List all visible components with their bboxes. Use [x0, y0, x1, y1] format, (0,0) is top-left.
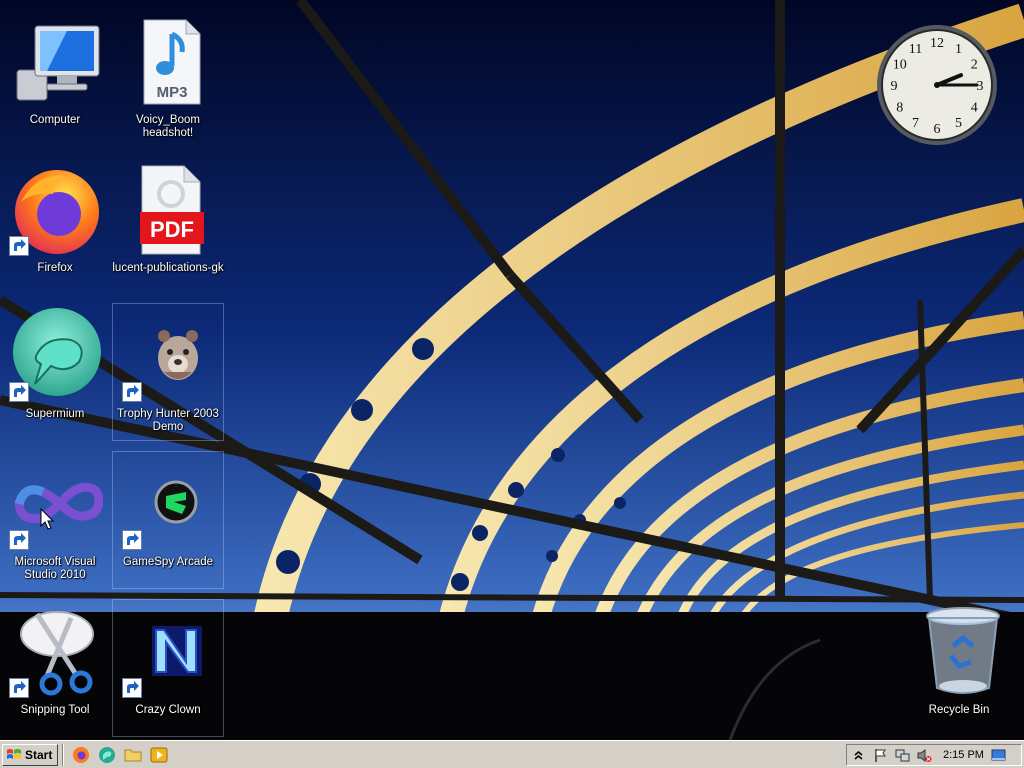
tray-action-center[interactable]: [869, 745, 891, 765]
desktop[interactable]: Computer MP3 Voicy_Boom headshot! Firefo…: [0, 0, 1024, 740]
computer-icon: [16, 25, 100, 101]
icon-label: lucent-publications-gk: [112, 262, 224, 274]
desktop-icon-computer[interactable]: Computer: [0, 8, 112, 148]
icon-label: GameSpy Arcade: [122, 556, 214, 568]
pdf-file-icon: PDF: [140, 165, 204, 255]
icon-label: Crazy Clown: [135, 704, 201, 716]
show-desktop-button[interactable]: [988, 745, 1010, 765]
desktop-icon-firefox[interactable]: Firefox: [0, 156, 112, 296]
clock-numeral: 11: [909, 42, 922, 57]
icon-label: Firefox: [37, 262, 73, 274]
media-player-icon: [150, 747, 168, 762]
clock-gadget[interactable]: 12 1 2 3 4 5 6 7 8 9 10 11: [874, 22, 1000, 148]
shortcut-arrow-icon: [9, 236, 29, 256]
mp3-file-icon: MP3: [143, 19, 201, 105]
desktop-icon-mp3[interactable]: MP3 Voicy_Boom headshot!: [111, 8, 225, 148]
system-tray: 2:15 PM: [846, 744, 1022, 766]
windows-logo-icon: [7, 748, 21, 759]
shortcut-arrow-icon: [122, 382, 142, 402]
analog-clock-face: 12 12 3 45678 9 1011: [877, 25, 997, 145]
quick-launch-media-player[interactable]: [146, 743, 172, 767]
taskbar-separator: [62, 743, 65, 766]
desktop-icon-pdf[interactable]: PDF lucent-publications-gk: [111, 156, 225, 296]
clock-numeral: 7: [912, 116, 919, 131]
tray-network[interactable]: [891, 745, 913, 765]
clock-numeral: 5: [955, 116, 962, 131]
shortcut-arrow-icon: [122, 678, 142, 698]
desktop-icon-snipping-tool[interactable]: Snipping Tool: [0, 598, 112, 738]
clock-numeral: 6: [934, 122, 941, 137]
shortcut-arrow-icon: [122, 530, 142, 550]
clock-numeral: 1: [955, 42, 962, 57]
quick-launch-supermium[interactable]: [94, 743, 120, 767]
firefox-icon: [73, 746, 90, 763]
tray-expand-button[interactable]: [847, 745, 869, 765]
icon-label: Computer: [29, 114, 81, 126]
flag-icon: [874, 748, 886, 762]
icon-label: Microsoft Visual Studio 2010: [14, 556, 96, 581]
start-button[interactable]: Start: [2, 743, 59, 766]
tray-clock[interactable]: 2:15 PM: [943, 749, 984, 761]
icon-label: Recycle Bin: [928, 704, 990, 716]
clock-numeral: 12: [930, 36, 944, 51]
desktop-icon-visual-studio[interactable]: Microsoft Visual Studio 2010: [0, 450, 112, 590]
clock-numeral: 8: [896, 101, 903, 116]
show-desktop-icon: [991, 749, 1006, 760]
icon-label: Trophy Hunter 2003 Demo: [117, 408, 219, 433]
taskbar: Start 2:15 PM: [0, 740, 1024, 768]
network-icon: [895, 749, 909, 761]
clock-numeral: 3: [977, 79, 984, 94]
start-label: Start: [25, 747, 53, 762]
desktop-icon-crazy-clown[interactable]: Crazy Clown: [111, 598, 225, 738]
tray-volume[interactable]: [913, 745, 935, 765]
quick-launch-firefox[interactable]: [68, 743, 94, 767]
shortcut-arrow-icon: [9, 678, 29, 698]
desktop-icon-supermium[interactable]: Supermium: [0, 302, 112, 442]
desktop-icon-gamespy[interactable]: GameSpy Arcade: [111, 450, 225, 590]
quick-launch-folder[interactable]: [120, 743, 146, 767]
shortcut-arrow-icon: [9, 530, 29, 550]
supermium-icon: [99, 746, 116, 763]
clock-numeral: 9: [891, 79, 898, 94]
icon-label: Voicy_Boom headshot!: [136, 114, 200, 139]
icon-label: Snipping Tool: [20, 704, 90, 716]
shortcut-arrow-icon: [9, 382, 29, 402]
mp3-badge: MP3: [157, 84, 188, 101]
desktop-icon-trophy-hunter[interactable]: Trophy Hunter 2003 Demo: [111, 302, 225, 442]
desktop-icon-recycle-bin[interactable]: Recycle Bin: [902, 598, 1016, 738]
clock-numeral: 2: [971, 58, 978, 73]
mouse-cursor: [40, 508, 54, 530]
clock-numeral: 4: [971, 101, 978, 116]
volume-muted-icon: [917, 748, 931, 762]
clock-numeral: 10: [893, 58, 907, 73]
chevron-up-icon: [854, 750, 862, 760]
recycle-bin-icon: [926, 607, 1000, 694]
folder-icon: [124, 749, 142, 761]
icon-label: Supermium: [25, 408, 85, 420]
pdf-badge: PDF: [150, 217, 194, 242]
